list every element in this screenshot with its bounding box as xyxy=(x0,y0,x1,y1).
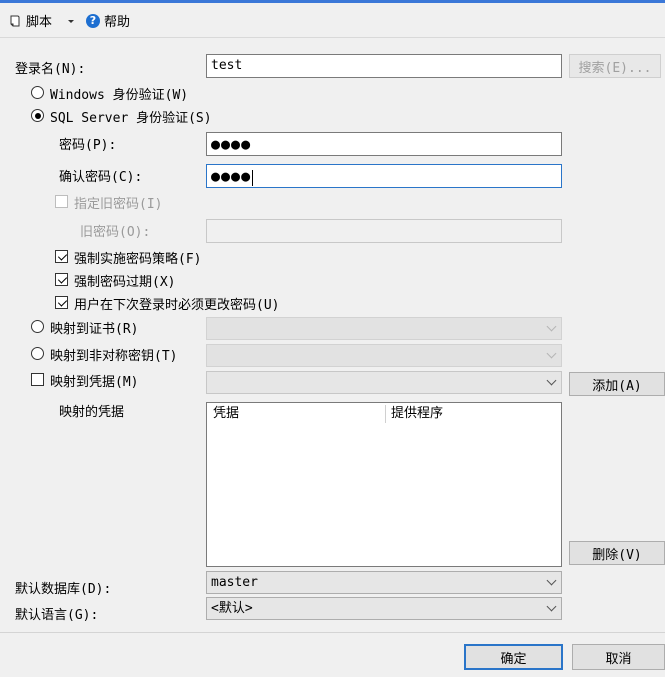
mapped-credentials-label: 映射的凭据 xyxy=(59,405,125,420)
sql-auth-radio[interactable] xyxy=(31,109,44,122)
map-asymmetric-key-label: 映射到非对称密钥(T) xyxy=(50,349,178,364)
footer-divider xyxy=(0,632,665,633)
cancel-button[interactable]: 取消 xyxy=(572,644,665,670)
enforce-expiration-checkbox[interactable] xyxy=(55,273,68,286)
sql-auth-label: SQL Server 身份验证(S) xyxy=(50,111,212,126)
remove-credential-button[interactable]: 删除(V) xyxy=(569,541,665,565)
chevron-down-icon xyxy=(546,321,557,332)
confirm-password-input[interactable]: ●●●● xyxy=(206,164,562,188)
script-menu-button[interactable]: 脚本 xyxy=(8,11,76,30)
map-certificate-label: 映射到证书(R) xyxy=(50,322,139,337)
confirm-password-label: 确认密码(C): xyxy=(59,170,143,185)
windows-auth-label: Windows 身份验证(W) xyxy=(50,88,189,103)
add-credential-button[interactable]: 添加(A) xyxy=(569,372,665,396)
login-name-label: 登录名(N): xyxy=(15,62,86,77)
text-caret xyxy=(252,169,254,186)
ok-button[interactable]: 确定 xyxy=(464,644,563,670)
chevron-down-icon xyxy=(546,348,557,359)
confirm-password-masked-value: ●●●● xyxy=(211,167,252,185)
help-label: 帮助 xyxy=(104,15,131,30)
mapped-credentials-grid[interactable]: 凭据 提供程序 xyxy=(206,402,562,567)
credential-select[interactable] xyxy=(206,371,562,394)
script-icon xyxy=(10,15,20,26)
must-change-checkbox[interactable] xyxy=(55,296,68,309)
default-language-value: <默认> xyxy=(211,601,253,616)
search-button[interactable]: 搜索(E)... xyxy=(569,54,661,78)
chevron-down-icon xyxy=(546,375,557,386)
default-language-label: 默认语言(G): xyxy=(15,608,99,623)
password-masked-value: ●●●● xyxy=(211,135,252,153)
old-password-label: 旧密码(O): xyxy=(80,225,151,240)
map-certificate-radio[interactable] xyxy=(31,320,44,333)
certificate-select[interactable] xyxy=(206,317,562,340)
old-password-input[interactable] xyxy=(206,219,562,243)
script-label: 脚本 xyxy=(26,15,53,30)
specify-old-password-checkbox[interactable] xyxy=(55,195,68,208)
password-input[interactable]: ●●●● xyxy=(206,132,562,156)
toolbar: 脚本 ? 帮助 xyxy=(0,3,665,38)
password-label: 密码(P): xyxy=(59,138,117,153)
asymmetric-key-select[interactable] xyxy=(206,344,562,367)
default-database-select[interactable]: master xyxy=(206,571,562,594)
enforce-policy-checkbox[interactable] xyxy=(55,250,68,263)
login-name-input[interactable]: test xyxy=(206,54,562,78)
map-credential-label: 映射到凭据(M) xyxy=(50,375,139,390)
enforce-policy-label: 强制实施密码策略(F) xyxy=(74,252,202,267)
windows-auth-radio[interactable] xyxy=(31,86,44,99)
enforce-expiration-label: 强制密码过期(X) xyxy=(74,275,176,290)
default-database-label: 默认数据库(D): xyxy=(15,582,112,597)
default-database-value: master xyxy=(211,575,258,590)
grid-column-header-provider[interactable]: 提供程序 xyxy=(385,403,561,425)
help-icon: ? xyxy=(86,13,100,28)
map-asymmetric-key-radio[interactable] xyxy=(31,347,44,360)
help-button[interactable]: ? 帮助 xyxy=(86,11,130,30)
chevron-down-icon xyxy=(546,601,557,612)
grid-column-header-credential[interactable]: 凭据 xyxy=(207,403,385,425)
chevron-down-icon xyxy=(546,575,557,586)
default-language-select[interactable]: <默认> xyxy=(206,597,562,620)
dropdown-arrow-icon[interactable] xyxy=(66,16,76,26)
specify-old-password-label: 指定旧密码(I) xyxy=(74,197,163,212)
must-change-label: 用户在下次登录时必须更改密码(U) xyxy=(74,298,280,313)
map-credential-checkbox[interactable] xyxy=(31,373,44,386)
